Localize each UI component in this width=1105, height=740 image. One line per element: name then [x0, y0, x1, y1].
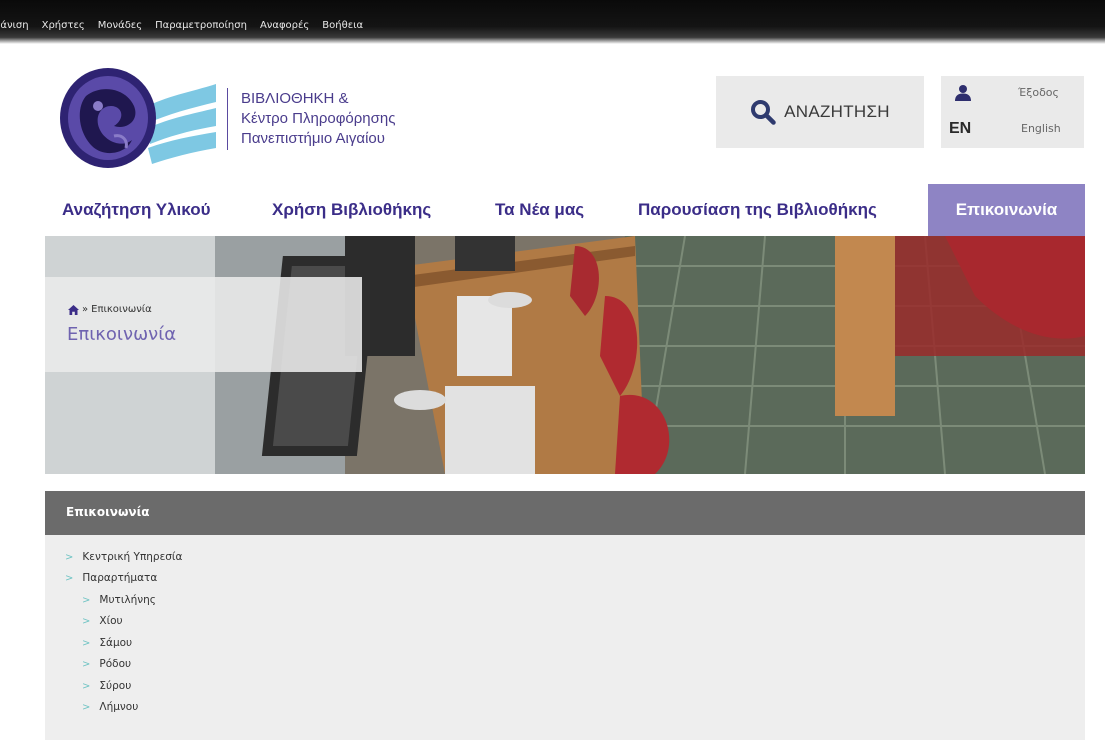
chevron-right-icon: > — [82, 701, 91, 713]
list-item-label: Χίου — [99, 615, 123, 627]
list-item-central-service[interactable]: > Κεντρική Υπηρεσία — [65, 551, 182, 563]
main-nav: Αναζήτηση Υλικού Χρήση Βιβλιοθήκης Τα Νέ… — [45, 184, 1085, 236]
list-item-syros[interactable]: > Σύρου — [82, 680, 131, 692]
admin-item-users[interactable]: Χρήστες — [42, 20, 85, 31]
library-name-line3: Πανεπιστήμιο Αιγαίου — [241, 130, 385, 147]
admin-toolbar: ράνιση Χρήστες Μονάδες Παραμετροποίηση Α… — [0, 0, 1105, 44]
chevron-right-icon: > — [65, 551, 74, 563]
search-label: ΑΝΑΖΗΤΗΣΗ — [784, 102, 890, 121]
logout-link[interactable]: Έξοδος — [1018, 86, 1059, 99]
brand-divider — [227, 88, 228, 150]
language-code[interactable]: EN — [949, 120, 971, 138]
list-item-label: Παραρτήματα — [82, 572, 158, 584]
home-icon[interactable] — [68, 304, 79, 315]
list-item-label: Σάμου — [99, 637, 133, 649]
language-link[interactable]: English — [1021, 122, 1061, 135]
chevron-right-icon: > — [82, 594, 91, 606]
search-button[interactable]: ΑΝΑΖΗΤΗΣΗ — [716, 76, 924, 148]
breadcrumb-panel: » Επικοινωνία Επικοινωνία — [45, 277, 362, 372]
list-item-label: Ρόδου — [99, 658, 132, 670]
breadcrumb-current: Επικοινωνία — [91, 304, 152, 315]
chevron-right-icon: > — [65, 572, 74, 584]
list-item-rhodes[interactable]: > Ρόδου — [82, 658, 131, 670]
list-item-chios[interactable]: > Χίου — [82, 615, 123, 627]
chevron-right-icon: > — [82, 615, 91, 627]
nav-item-search-material[interactable]: Αναζήτηση Υλικού — [62, 184, 210, 236]
admin-item-units[interactable]: Μονάδες — [98, 20, 142, 31]
list-item-label: Σύρου — [99, 680, 132, 692]
university-logo[interactable] — [56, 66, 226, 172]
list-item-samos[interactable]: > Σάμου — [82, 637, 132, 649]
library-name[interactable]: ΒΙΒΛΙΟΘΗΚΗ & Κέντρο Πληροφόρησης Πανεπισ… — [241, 89, 395, 149]
nav-item-news[interactable]: Τα Νέα μας — [495, 184, 584, 236]
contact-panel-body: > Κεντρική Υπηρεσία > Παραρτήματα > Μυτι… — [45, 535, 1085, 740]
user-panel: Έξοδος EN English — [941, 76, 1084, 148]
admin-item-administration[interactable]: ράνιση — [0, 20, 29, 31]
search-icon — [751, 100, 776, 125]
nav-item-presentation[interactable]: Παρουσίαση της Βιβλιοθήκης — [638, 184, 877, 236]
contact-panel-title: Επικοινωνία — [66, 505, 150, 519]
list-item-label: Λήμνου — [99, 701, 139, 713]
list-item-label: Κεντρική Υπηρεσία — [82, 551, 183, 563]
admin-item-settings[interactable]: Παραμετροποίηση — [155, 20, 247, 31]
admin-menu: ράνιση Χρήστες Μονάδες Παραμετροποίηση Α… — [0, 20, 363, 31]
nav-item-contact[interactable]: Επικοινωνία — [928, 184, 1085, 236]
user-icon[interactable] — [954, 84, 972, 102]
breadcrumb-separator: » — [82, 304, 89, 315]
list-item-branches[interactable]: > Παραρτήματα — [65, 572, 157, 584]
breadcrumb: » Επικοινωνία — [68, 304, 152, 315]
chevron-right-icon: > — [82, 680, 91, 692]
admin-item-reports[interactable]: Αναφορές — [260, 20, 309, 31]
list-item-mytilene[interactable]: > Μυτιλήνης — [82, 594, 156, 606]
contact-panel-header: Επικοινωνία — [45, 491, 1085, 535]
chevron-right-icon: > — [82, 658, 91, 670]
page-title: Επικοινωνία — [67, 324, 177, 345]
admin-item-help[interactable]: Βοήθεια — [322, 20, 363, 31]
library-name-line2: Κέντρο Πληροφόρησης — [241, 110, 396, 127]
list-item-label: Μυτιλήνης — [99, 594, 156, 606]
nav-item-library-use[interactable]: Χρήση Βιβλιοθήκης — [272, 184, 431, 236]
library-name-line1: ΒΙΒΛΙΟΘΗΚΗ & — [241, 90, 349, 107]
list-item-lemnos[interactable]: > Λήμνου — [82, 701, 138, 713]
logo-coin — [60, 68, 156, 168]
chevron-right-icon: > — [82, 637, 91, 649]
